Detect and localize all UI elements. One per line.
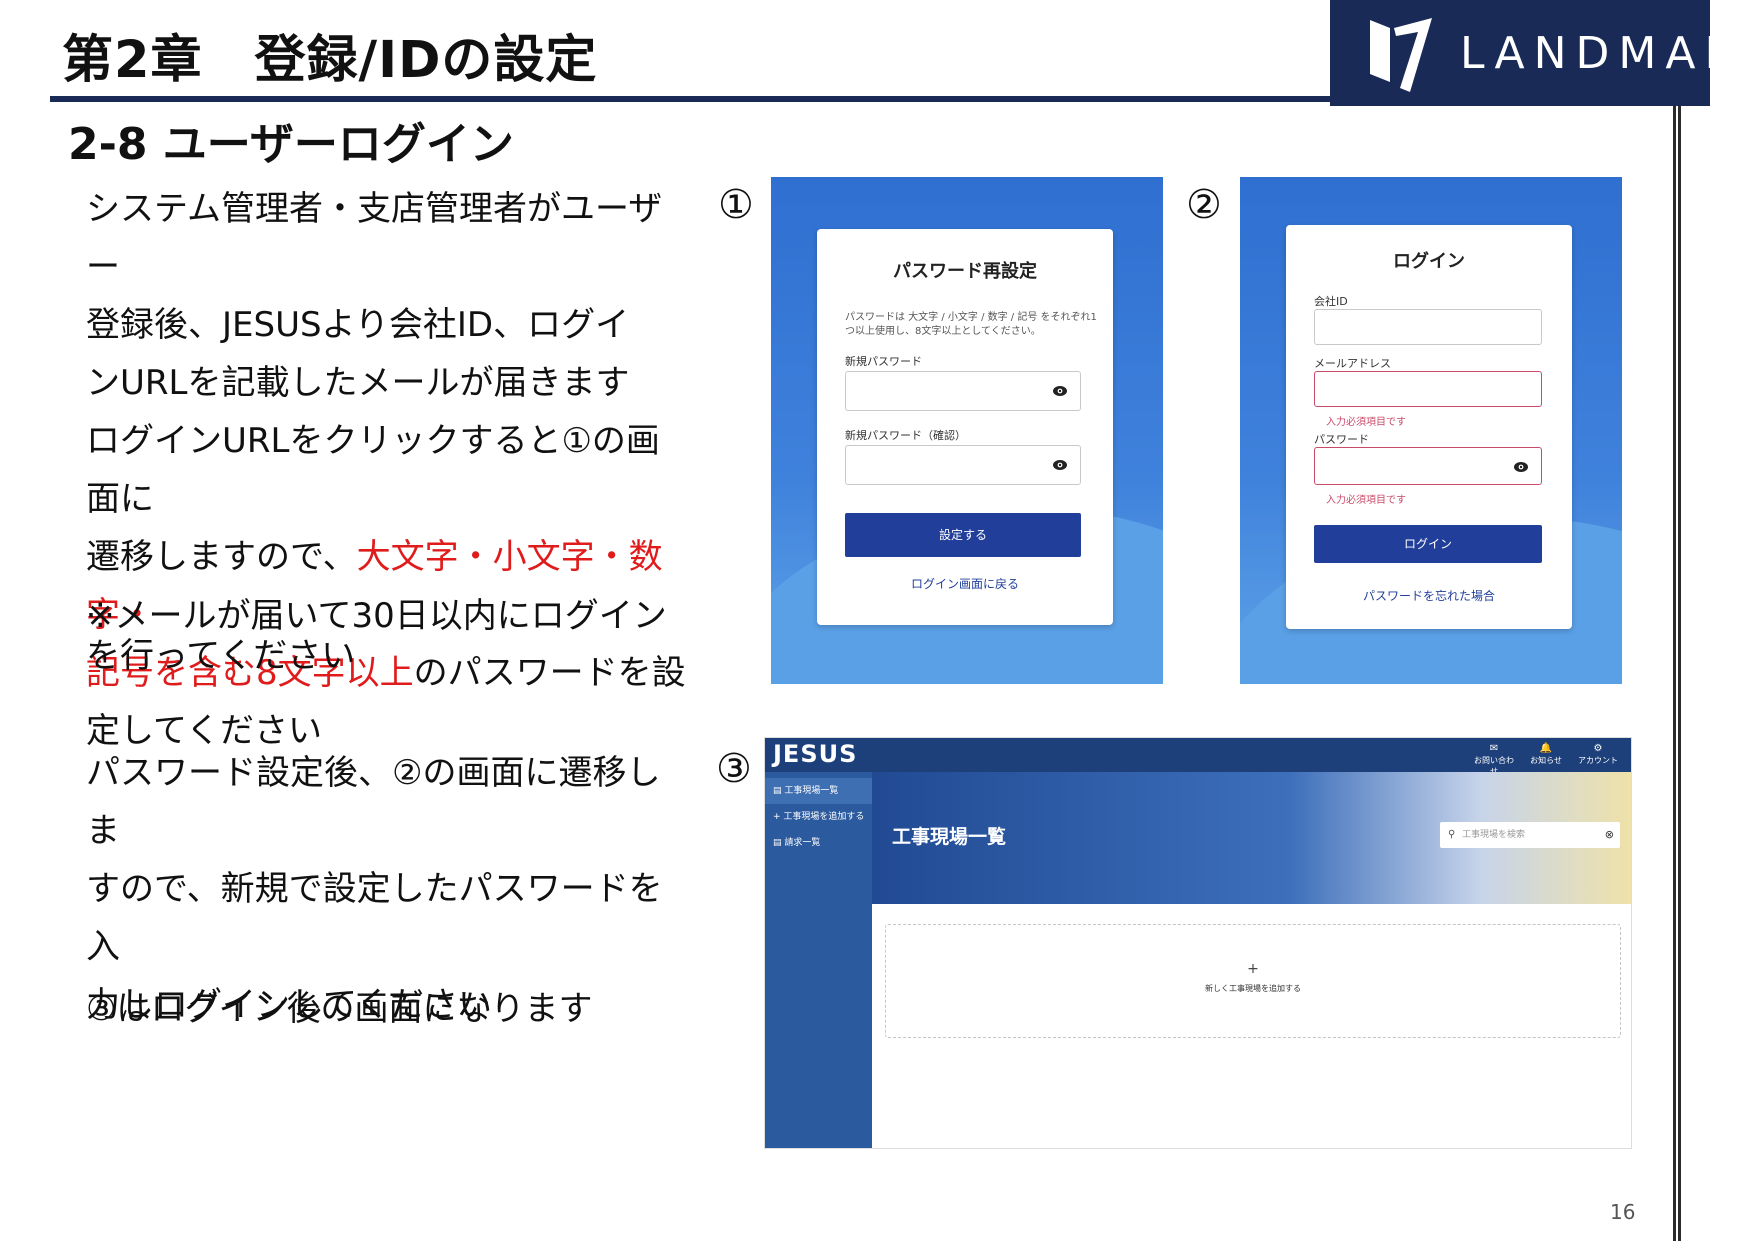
company-id-field[interactable] [1314, 309, 1542, 345]
sidebar-item-add-site[interactable]: + 工事現場を追加する [765, 804, 872, 830]
eye-icon[interactable] [1513, 460, 1529, 474]
sidebar-label: 請求一覧 [784, 838, 821, 848]
nav-notifications[interactable]: 🔔 お知らせ [1523, 743, 1569, 766]
new-password-field[interactable] [845, 371, 1081, 411]
marker-three: ③ [716, 746, 752, 792]
password-error: 入力必須項目です [1326, 495, 1406, 506]
password-label: パスワード [1314, 433, 1369, 446]
app-logo: JESUS [773, 740, 858, 768]
card-title: ログイン [1393, 251, 1465, 272]
landmark-logo-icon [1370, 18, 1432, 92]
nav-account[interactable]: ⚙ アカウント [1575, 743, 1621, 766]
back-to-login-link[interactable]: ログイン画面に戻る [817, 575, 1113, 592]
clear-icon[interactable]: ⊗ [1605, 822, 1614, 848]
text-line: ンURLを記載したメールが届きます [86, 363, 630, 403]
text-line: パスワード設定後、②の画面に遷移しま [86, 753, 661, 851]
text-line: ログインURLをクリックすると①の画面に [86, 421, 660, 519]
sidebar-label: 工事現場を追加する [783, 812, 865, 822]
eye-icon[interactable] [1052, 458, 1068, 472]
eye-icon[interactable] [1052, 384, 1068, 398]
login-screenshot: ログイン 会社ID メールアドレス 入力必須項目です パスワード 入力必須項目で… [1240, 177, 1622, 684]
text-line: すので、新規で設定したパスワードを入 [86, 869, 663, 967]
search-input[interactable]: ⚲ 工事現場を検索 ⊗ [1440, 822, 1620, 848]
confirm-password-label: 新規パスワード（確認） [845, 429, 966, 442]
app-sidebar: ▤ 工事現場一覧 + 工事現場を追加する ▤ 請求一覧 [765, 772, 872, 1148]
hint-line: パスワードは 大文字 / 小文字 / 数字 / 記号 をそれぞれ1 [845, 312, 1097, 323]
email-error: 入力必須項目です [1326, 417, 1406, 428]
add-site-area[interactable]: + 新しく工事現場を追加する [885, 924, 1621, 1038]
sidebar-label: 工事現場一覧 [784, 786, 839, 796]
page-number: 16 [1610, 1200, 1636, 1224]
section-title: 2-8 ユーザーログイン [68, 119, 514, 170]
mail-icon: ✉ [1489, 743, 1499, 754]
company-id-label: 会社ID [1314, 295, 1348, 308]
list-icon: ▤ [773, 838, 782, 848]
card-title: パスワード再設定 [893, 261, 1037, 282]
sidebar-item-invoices[interactable]: ▤ 請求一覧 [765, 830, 872, 856]
account-icon: ⚙ [1593, 743, 1603, 754]
list-icon: ▤ [773, 786, 782, 796]
email-label: メールアドレス [1314, 357, 1391, 370]
email-field[interactable] [1314, 371, 1542, 407]
confirm-password-field[interactable] [845, 445, 1081, 485]
password-hint: パスワードは 大文字 / 小文字 / 数字 / 記号 をそれぞれ1 つ以上使用し… [845, 311, 1097, 339]
plus-icon: + [1247, 961, 1259, 977]
dashboard-screenshot: JESUS ✉ お問い合わせ 🔔 お知らせ ⚙ アカウント ▤ 工事現場一覧 +… [764, 737, 1632, 1149]
instruction-paragraph-3: ③はログイン後の画面になります [86, 989, 593, 1029]
text-line: 登録後、JESUSより会社ID、ログイ [86, 305, 630, 345]
sidebar-item-site-list[interactable]: ▤ 工事現場一覧 [765, 778, 872, 804]
text-line: システム管理者・支店管理者がユーザー [86, 189, 663, 287]
forgot-password-link[interactable]: パスワードを忘れた場合 [1286, 587, 1572, 604]
marker-one: ① [718, 182, 754, 228]
password-reset-card: パスワード再設定 パスワードは 大文字 / 小文字 / 数字 / 記号 をそれぞ… [817, 229, 1113, 625]
bell-icon: 🔔 [1539, 743, 1553, 754]
nav-label: アカウント [1578, 756, 1618, 765]
search-placeholder: 工事現場を検索 [1462, 830, 1526, 840]
app-top-bar: JESUS ✉ お問い合わせ 🔔 お知らせ ⚙ アカウント [765, 738, 1631, 776]
marker-two: ② [1186, 182, 1222, 228]
hint-line: つ以上使用し、8文字以上としてください。 [845, 326, 1041, 337]
password-field[interactable] [1314, 447, 1542, 485]
note-line-cont: 行ってください [120, 636, 356, 676]
brand-logo: LANDMARK [1330, 0, 1755, 106]
nav-label: お知らせ [1530, 756, 1562, 765]
password-reset-screenshot: パスワード再設定 パスワードは 大文字 / 小文字 / 数字 / 記号 をそれぞ… [771, 177, 1163, 684]
search-icon: ⚲ [1448, 829, 1456, 840]
page-title: 工事現場一覧 [892, 826, 1007, 848]
set-password-button[interactable]: 設定する [845, 513, 1081, 557]
new-password-label: 新規パスワード [845, 355, 922, 368]
header-rule [50, 96, 1330, 102]
login-card: ログイン 会社ID メールアドレス 入力必須項目です パスワード 入力必須項目で… [1286, 225, 1572, 629]
login-button[interactable]: ログイン [1314, 525, 1542, 563]
plus-icon: + [773, 812, 781, 822]
text-span: 遷移しますので、 [86, 537, 357, 577]
page-header: 工事現場一覧 ⚲ 工事現場を検索 ⊗ [872, 772, 1631, 904]
chapter-title: 第2章 登録/IDの設定 [62, 31, 598, 90]
add-site-label: 新しく工事現場を追加する [1205, 984, 1301, 993]
right-border-inner [1676, 106, 1678, 1241]
logo-text: LANDMARK [1460, 28, 1755, 79]
